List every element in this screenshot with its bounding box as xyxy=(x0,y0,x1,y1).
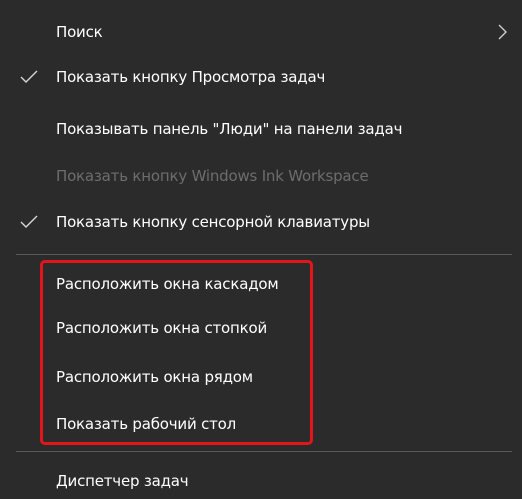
menu-item-show-task-view[interactable]: Показать кнопку Просмотра задач xyxy=(0,59,522,95)
menu-separator xyxy=(16,254,512,255)
highlight-annotation xyxy=(40,260,313,445)
menu-item-label: Поиск xyxy=(56,23,103,41)
menu-item-label: Показывать панель "Люди" на панели задач xyxy=(56,120,403,138)
menu-separator xyxy=(16,451,512,452)
menu-item-show-touch-keyboard[interactable]: Показать кнопку сенсорной клавиатуры xyxy=(0,204,522,240)
menu-item-search[interactable]: Поиск xyxy=(0,14,522,50)
check-icon xyxy=(20,215,38,228)
menu-item-label: Диспетчер задач xyxy=(56,472,189,490)
check-icon xyxy=(20,70,38,83)
taskbar-context-menu: Поиск Показать кнопку Просмотра задач По… xyxy=(0,0,522,499)
menu-item-label: Показать кнопку сенсорной клавиатуры xyxy=(56,213,370,231)
menu-item-task-manager[interactable]: Диспетчер задач xyxy=(0,463,522,499)
menu-item-show-people[interactable]: Показывать панель "Люди" на панели задач xyxy=(0,111,522,147)
menu-item-label: Показать кнопку Просмотра задач xyxy=(56,68,326,86)
menu-item-show-ink-workspace: Показать кнопку Windows Ink Workspace xyxy=(0,158,522,194)
chevron-right-icon xyxy=(498,24,507,40)
menu-item-label: Показать кнопку Windows Ink Workspace xyxy=(56,167,369,185)
